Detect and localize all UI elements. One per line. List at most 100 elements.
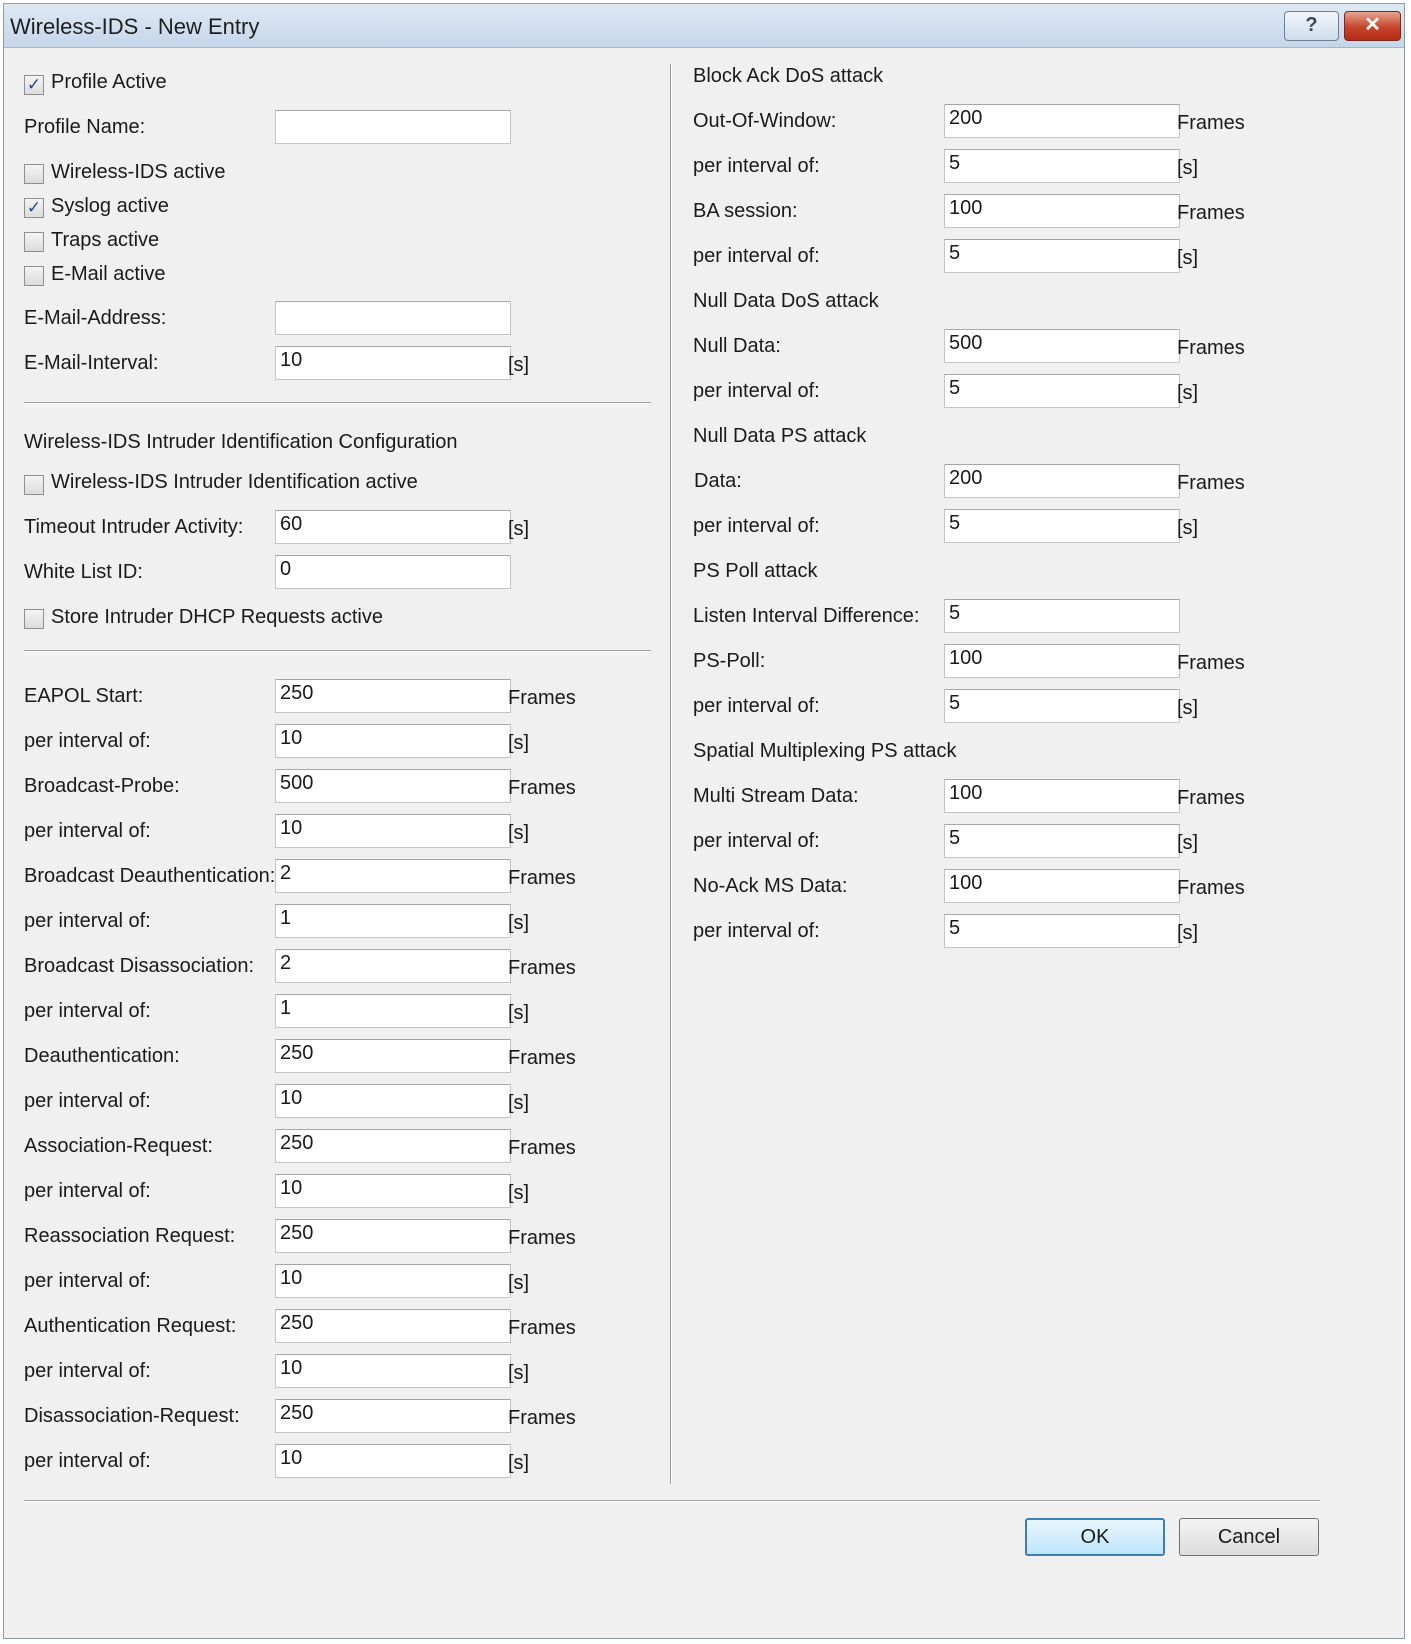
threshold-input[interactable] — [275, 1444, 511, 1478]
ps-poll-interval-input[interactable] — [944, 689, 1180, 723]
threshold-input[interactable] — [275, 904, 511, 938]
threshold-unit: [s] — [508, 1452, 530, 1474]
smps-heading: Spatial Multiplexing PS attack — [693, 740, 957, 762]
no-ack-input[interactable] — [944, 869, 1180, 903]
ps-poll-interval-unit: [s] — [1177, 697, 1199, 719]
store-dhcp-checkbox[interactable] — [24, 609, 44, 629]
help-button[interactable]: ? — [1284, 11, 1339, 41]
no-ack-interval-unit: [s] — [1177, 922, 1199, 944]
null-data-ps-heading: Null Data PS attack — [693, 425, 867, 447]
threshold-unit: [s] — [508, 1002, 530, 1024]
listen-interval-diff-input[interactable] — [944, 599, 1180, 633]
threshold-label: per interval of: — [24, 1180, 151, 1202]
threshold-input[interactable] — [275, 994, 511, 1028]
threshold-input[interactable] — [275, 1264, 511, 1298]
ba-interval-input[interactable] — [944, 239, 1180, 273]
ps-data-interval-unit: [s] — [1177, 517, 1199, 539]
threshold-unit: Frames — [508, 777, 576, 799]
intruder-active-checkbox[interactable] — [24, 475, 44, 495]
threshold-label: Broadcast-Probe: — [24, 775, 180, 797]
out-of-window-input[interactable] — [944, 104, 1180, 138]
threshold-label: per interval of: — [24, 1090, 151, 1112]
threshold-unit: [s] — [508, 732, 530, 754]
threshold-unit: Frames — [508, 1137, 576, 1159]
out-of-window-unit: Frames — [1177, 112, 1245, 134]
ok-button[interactable]: OK — [1025, 1518, 1165, 1556]
footer-separator — [24, 1500, 1320, 1502]
threshold-unit: Frames — [508, 867, 576, 889]
traps-active-label: Traps active — [51, 229, 160, 251]
threshold-input[interactable] — [275, 679, 511, 713]
ps-data-interval-input[interactable] — [944, 509, 1180, 543]
threshold-label: per interval of: — [24, 820, 151, 842]
ps-data-interval-label: per interval of: — [693, 515, 820, 537]
out-of-window-label: Out-Of-Window: — [693, 110, 837, 132]
threshold-label: per interval of: — [24, 1000, 151, 1022]
close-icon: ✕ — [1364, 14, 1381, 36]
no-ack-interval-input[interactable] — [944, 914, 1180, 948]
null-data-input[interactable] — [944, 329, 1180, 363]
intruder-section-heading: Wireless-IDS Intruder Identification Con… — [24, 431, 458, 453]
multi-stream-input[interactable] — [944, 779, 1180, 813]
ps-data-label: Data: — [694, 470, 742, 492]
email-interval-unit: [s] — [508, 354, 530, 376]
email-interval-input[interactable] — [275, 346, 511, 380]
oow-interval-input[interactable] — [944, 149, 1180, 183]
ps-poll-interval-label: per interval of: — [693, 695, 820, 717]
ps-data-input[interactable] — [944, 464, 1180, 498]
email-address-input[interactable] — [275, 301, 511, 335]
multi-stream-unit: Frames — [1177, 787, 1245, 809]
email-address-label: E-Mail-Address: — [24, 307, 167, 329]
ba-session-label: BA session: — [693, 200, 798, 222]
cancel-button[interactable]: Cancel — [1179, 1518, 1319, 1556]
close-button[interactable]: ✕ — [1344, 11, 1401, 41]
threshold-unit: Frames — [508, 1227, 576, 1249]
threshold-label: per interval of: — [24, 1450, 151, 1472]
threshold-unit: Frames — [508, 687, 576, 709]
null-data-interval-input[interactable] — [944, 374, 1180, 408]
threshold-input[interactable] — [275, 814, 511, 848]
traps-active-checkbox[interactable] — [24, 232, 44, 252]
threshold-label: per interval of: — [24, 1270, 151, 1292]
threshold-input[interactable] — [275, 1399, 511, 1433]
wids-active-checkbox[interactable] — [24, 164, 44, 184]
white-list-id-input[interactable] — [275, 555, 511, 589]
timeout-intruder-label: Timeout Intruder Activity: — [24, 516, 244, 538]
syslog-active-checkbox[interactable]: ✓ — [24, 198, 44, 218]
threshold-input[interactable] — [275, 724, 511, 758]
email-active-label: E-Mail active — [51, 263, 166, 285]
threshold-input[interactable] — [275, 769, 511, 803]
threshold-input[interactable] — [275, 1219, 511, 1253]
threshold-label: Broadcast Deauthentication: — [24, 865, 276, 887]
no-ack-label: No-Ack MS Data: — [693, 875, 848, 897]
threshold-input[interactable] — [275, 1309, 511, 1343]
profile-name-label: Profile Name: — [24, 116, 146, 138]
threshold-unit: [s] — [508, 822, 530, 844]
oow-interval-unit: [s] — [1177, 157, 1199, 179]
threshold-input[interactable] — [275, 1174, 511, 1208]
threshold-input[interactable] — [275, 859, 511, 893]
threshold-input[interactable] — [275, 1354, 511, 1388]
multi-stream-interval-input[interactable] — [944, 824, 1180, 858]
multi-stream-interval-unit: [s] — [1177, 832, 1199, 854]
threshold-label: Deauthentication: — [24, 1045, 180, 1067]
ba-session-input[interactable] — [944, 194, 1180, 228]
threshold-unit: [s] — [508, 1182, 530, 1204]
threshold-input[interactable] — [275, 1039, 511, 1073]
profile-name-input[interactable] — [275, 110, 511, 144]
ps-poll-input[interactable] — [944, 644, 1180, 678]
threshold-label: EAPOL Start: — [24, 685, 144, 707]
threshold-label: per interval of: — [24, 730, 151, 752]
threshold-input[interactable] — [275, 949, 511, 983]
timeout-intruder-input[interactable] — [275, 510, 511, 544]
window-title: Wireless-IDS - New Entry — [10, 14, 260, 39]
dialog-window: Wireless-IDS - New Entry ? ✕ ✓ Profile A… — [3, 3, 1405, 1639]
threshold-input[interactable] — [275, 1129, 511, 1163]
email-active-checkbox[interactable] — [24, 266, 44, 286]
profile-active-checkbox[interactable]: ✓ — [24, 75, 44, 95]
listen-interval-diff-label: Listen Interval Difference: — [693, 605, 920, 627]
email-interval-label: E-Mail-Interval: — [24, 352, 159, 374]
threshold-input[interactable] — [275, 1084, 511, 1118]
threshold-unit: Frames — [508, 1047, 576, 1069]
threshold-unit: [s] — [508, 912, 530, 934]
